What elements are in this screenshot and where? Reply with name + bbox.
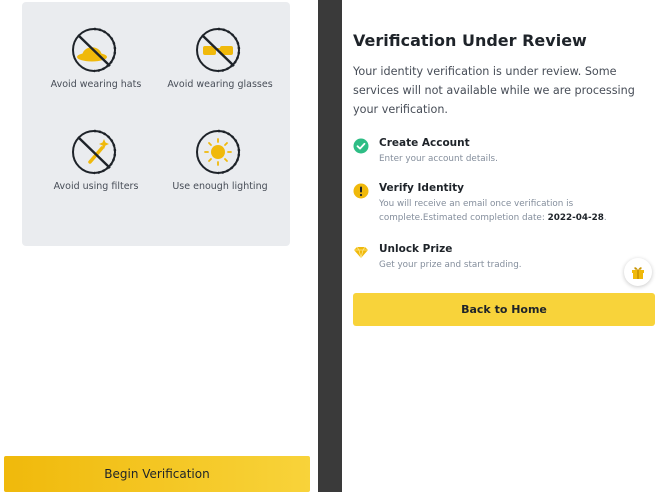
panel-divider xyxy=(318,0,342,492)
step-description-suffix: . xyxy=(603,213,607,223)
tip-no-glasses: Avoid wearing glasses xyxy=(160,26,280,91)
tips-card: Avoid wearing hats Avoid wearing glasses xyxy=(22,2,290,246)
step-description-text: You will receive an email once verificat… xyxy=(379,199,574,223)
prize-icon xyxy=(354,246,368,259)
begin-verification-button[interactable]: Begin Verification xyxy=(4,456,310,492)
tip-label: Avoid wearing hats xyxy=(50,79,142,90)
no-hat-icon xyxy=(72,27,117,73)
check-circle-icon xyxy=(353,138,369,154)
step-name: Verify Identity xyxy=(379,182,465,194)
no-filter-icon xyxy=(72,129,117,175)
step-description: Enter your account details. xyxy=(379,154,498,164)
gift-icon xyxy=(632,267,644,279)
step-description: You will receive an email once verificat… xyxy=(379,197,649,225)
verification-tips-pane: Avoid wearing hats Avoid wearing glasses xyxy=(0,0,318,492)
no-glasses-icon xyxy=(196,27,241,73)
estimated-completion-date: 2022-04-28 xyxy=(547,213,604,223)
tip-label: Avoid using filters xyxy=(53,181,139,192)
step-description: Get your prize and start trading. xyxy=(379,260,522,270)
review-description: Your identity verification is under revi… xyxy=(353,65,635,116)
tip-label: Use enough lighting xyxy=(172,181,268,192)
tip-no-hats: Avoid wearing hats xyxy=(36,26,156,91)
gift-button[interactable] xyxy=(624,258,652,286)
tip-lighting: Use enough lighting xyxy=(160,128,280,193)
step-name: Unlock Prize xyxy=(379,243,453,255)
back-to-home-button[interactable]: Back to Home xyxy=(353,293,655,326)
tip-no-filters: Avoid using filters xyxy=(36,128,156,193)
exclamation-circle-icon xyxy=(353,183,369,199)
page-title: Verification Under Review xyxy=(353,31,587,50)
step-name: Create Account xyxy=(379,137,470,149)
tip-label: Avoid wearing glasses xyxy=(167,79,273,90)
lighting-icon xyxy=(196,129,241,175)
review-status-pane: Verification Under Review Your identity … xyxy=(342,0,663,492)
